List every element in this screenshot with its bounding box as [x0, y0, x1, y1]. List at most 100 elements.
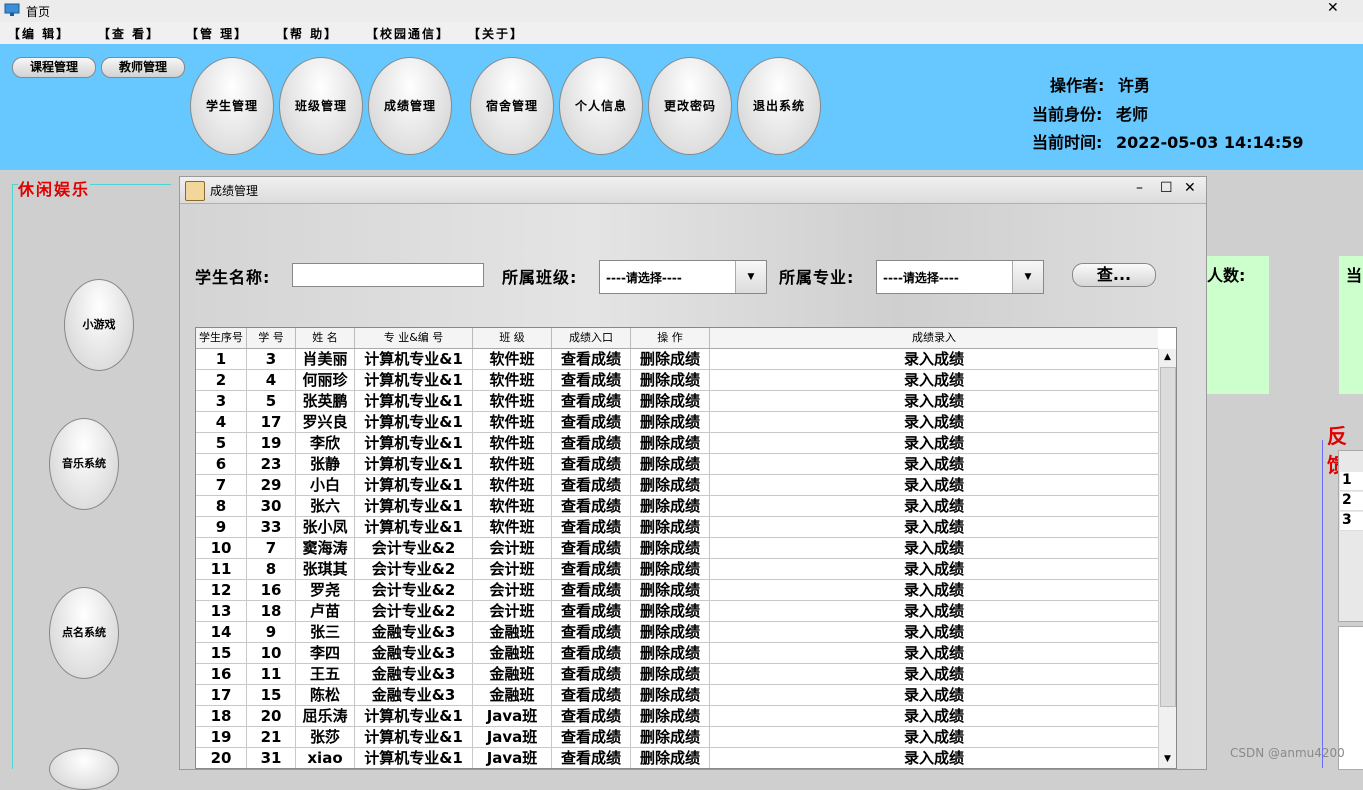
menu-about[interactable]: 【关于】 [468, 25, 524, 42]
menu-edit[interactable]: 【编 辑】 [8, 25, 70, 42]
scrollbar-thumb[interactable] [1160, 367, 1176, 707]
menu-manage[interactable]: 【管 理】 [186, 25, 248, 42]
feedback-row[interactable]: 3 [1340, 512, 1363, 531]
delete-grade-button[interactable]: 删除成绩 [631, 685, 710, 705]
maximize-icon[interactable]: ☐ [1160, 180, 1173, 196]
delete-grade-button[interactable]: 删除成绩 [631, 391, 710, 411]
table-row[interactable]: 10 7 窦海涛 会计专业&2 会计班 查看成绩 删除成绩 录入成绩 [196, 538, 1158, 559]
delete-grade-button[interactable]: 删除成绩 [631, 349, 710, 369]
col-student-id[interactable]: 学 号 [247, 328, 296, 348]
enter-grade-button[interactable]: 录入成绩 [710, 601, 1158, 621]
teacher-manage-button[interactable]: 教师管理 [101, 57, 185, 78]
search-button[interactable]: 查... [1072, 263, 1156, 287]
enter-grade-button[interactable]: 录入成绩 [710, 748, 1158, 768]
table-row[interactable]: 8 30 张六 计算机专业&1 软件班 查看成绩 删除成绩 录入成绩 [196, 496, 1158, 517]
view-grade-button[interactable]: 查看成绩 [552, 538, 631, 558]
enter-grade-button[interactable]: 录入成绩 [710, 517, 1158, 537]
roll-call-button[interactable]: 点名系统 [49, 587, 119, 679]
delete-grade-button[interactable]: 删除成绩 [631, 517, 710, 537]
delete-grade-button[interactable]: 删除成绩 [631, 748, 710, 768]
delete-grade-button[interactable]: 删除成绩 [631, 559, 710, 579]
delete-grade-button[interactable]: 删除成绩 [631, 643, 710, 663]
table-row[interactable]: 2 4 何丽珍 计算机专业&1 软件班 查看成绩 删除成绩 录入成绩 [196, 370, 1158, 391]
delete-grade-button[interactable]: 删除成绩 [631, 475, 710, 495]
table-row[interactable]: 17 15 陈松 金融专业&3 金融班 查看成绩 删除成绩 录入成绩 [196, 685, 1158, 706]
table-row[interactable]: 14 9 张三 金融专业&3 金融班 查看成绩 删除成绩 录入成绩 [196, 622, 1158, 643]
col-grade-entry[interactable]: 成绩入口 [552, 328, 631, 348]
menu-view[interactable]: 【查 看】 [98, 25, 160, 42]
view-grade-button[interactable]: 查看成绩 [552, 475, 631, 495]
table-row[interactable]: 9 33 张小凤 计算机专业&1 软件班 查看成绩 删除成绩 录入成绩 [196, 517, 1158, 538]
enter-grade-button[interactable]: 录入成绩 [710, 727, 1158, 747]
enter-grade-button[interactable]: 录入成绩 [710, 706, 1158, 726]
delete-grade-button[interactable]: 删除成绩 [631, 727, 710, 747]
view-grade-button[interactable]: 查看成绩 [552, 685, 631, 705]
view-grade-button[interactable]: 查看成绩 [552, 706, 631, 726]
col-class[interactable]: 班 级 [473, 328, 552, 348]
scroll-up-icon[interactable]: ▲ [1159, 349, 1176, 366]
view-grade-button[interactable]: 查看成绩 [552, 370, 631, 390]
chevron-down-icon[interactable]: ▼ [1012, 261, 1043, 293]
enter-grade-button[interactable]: 录入成绩 [710, 391, 1158, 411]
view-grade-button[interactable]: 查看成绩 [552, 349, 631, 369]
class-manage-button[interactable]: 班级管理 [279, 57, 363, 155]
col-grade-input[interactable]: 成绩录入 [710, 328, 1158, 348]
personal-info-button[interactable]: 个人信息 [559, 57, 643, 155]
close-icon[interactable]: ✕ [1327, 0, 1339, 16]
col-operation[interactable]: 操 作 [631, 328, 710, 348]
table-row[interactable]: 16 11 王五 金融专业&3 金融班 查看成绩 删除成绩 录入成绩 [196, 664, 1158, 685]
major-select[interactable]: ----请选择---- ▼ [876, 260, 1044, 294]
enter-grade-button[interactable]: 录入成绩 [710, 454, 1158, 474]
delete-grade-button[interactable]: 删除成绩 [631, 664, 710, 684]
grade-manage-button[interactable]: 成绩管理 [368, 57, 452, 155]
enter-grade-button[interactable]: 录入成绩 [710, 349, 1158, 369]
minimize-icon[interactable]: – [1136, 180, 1143, 196]
change-password-button[interactable]: 更改密码 [648, 57, 732, 155]
col-name[interactable]: 姓 名 [296, 328, 355, 348]
delete-grade-button[interactable]: 删除成绩 [631, 412, 710, 432]
table-row[interactable]: 6 23 张静 计算机专业&1 软件班 查看成绩 删除成绩 录入成绩 [196, 454, 1158, 475]
student-manage-button[interactable]: 学生管理 [190, 57, 274, 155]
view-grade-button[interactable]: 查看成绩 [552, 496, 631, 516]
delete-grade-button[interactable]: 删除成绩 [631, 622, 710, 642]
delete-grade-button[interactable]: 删除成绩 [631, 601, 710, 621]
feedback-row[interactable]: 2 [1340, 492, 1363, 511]
music-system-button[interactable]: 音乐系统 [49, 418, 119, 510]
view-grade-button[interactable]: 查看成绩 [552, 391, 631, 411]
vertical-scrollbar[interactable]: ▲ ▼ [1158, 349, 1176, 768]
more-leisure-button[interactable] [49, 748, 119, 790]
enter-grade-button[interactable]: 录入成绩 [710, 685, 1158, 705]
table-row[interactable]: 20 31 xiao 计算机专业&1 Java班 查看成绩 删除成绩 录入成绩 [196, 748, 1158, 768]
table-row[interactable]: 7 29 小白 计算机专业&1 软件班 查看成绩 删除成绩 录入成绩 [196, 475, 1158, 496]
delete-grade-button[interactable]: 删除成绩 [631, 433, 710, 453]
view-grade-button[interactable]: 查看成绩 [552, 433, 631, 453]
view-grade-button[interactable]: 查看成绩 [552, 454, 631, 474]
menu-campus-comm[interactable]: 【校园通信】 [366, 25, 450, 42]
enter-grade-button[interactable]: 录入成绩 [710, 622, 1158, 642]
view-grade-button[interactable]: 查看成绩 [552, 601, 631, 621]
menu-help[interactable]: 【帮 助】 [276, 25, 338, 42]
view-grade-button[interactable]: 查看成绩 [552, 559, 631, 579]
view-grade-button[interactable]: 查看成绩 [552, 622, 631, 642]
view-grade-button[interactable]: 查看成绩 [552, 643, 631, 663]
table-row[interactable]: 4 17 罗兴良 计算机专业&1 软件班 查看成绩 删除成绩 录入成绩 [196, 412, 1158, 433]
table-row[interactable]: 18 20 屈乐涛 计算机专业&1 Java班 查看成绩 删除成绩 录入成绩 [196, 706, 1158, 727]
scroll-down-icon[interactable]: ▼ [1159, 751, 1176, 768]
view-grade-button[interactable]: 查看成绩 [552, 412, 631, 432]
enter-grade-button[interactable]: 录入成绩 [710, 538, 1158, 558]
enter-grade-button[interactable]: 录入成绩 [710, 475, 1158, 495]
table-row[interactable]: 13 18 卢苗 会计专业&2 会计班 查看成绩 删除成绩 录入成绩 [196, 601, 1158, 622]
dorm-manage-button[interactable]: 宿舍管理 [470, 57, 554, 155]
delete-grade-button[interactable]: 删除成绩 [631, 454, 710, 474]
view-grade-button[interactable]: 查看成绩 [552, 748, 631, 768]
table-row[interactable]: 12 16 罗尧 会计专业&2 会计班 查看成绩 删除成绩 录入成绩 [196, 580, 1158, 601]
delete-grade-button[interactable]: 删除成绩 [631, 580, 710, 600]
enter-grade-button[interactable]: 录入成绩 [710, 559, 1158, 579]
mini-game-button[interactable]: 小游戏 [64, 279, 134, 371]
table-row[interactable]: 1 3 肖美丽 计算机专业&1 软件班 查看成绩 删除成绩 录入成绩 [196, 349, 1158, 370]
view-grade-button[interactable]: 查看成绩 [552, 517, 631, 537]
delete-grade-button[interactable]: 删除成绩 [631, 538, 710, 558]
table-row[interactable]: 11 8 张琪其 会计专业&2 会计班 查看成绩 删除成绩 录入成绩 [196, 559, 1158, 580]
enter-grade-button[interactable]: 录入成绩 [710, 643, 1158, 663]
table-row[interactable]: 19 21 张莎 计算机专业&1 Java班 查看成绩 删除成绩 录入成绩 [196, 727, 1158, 748]
